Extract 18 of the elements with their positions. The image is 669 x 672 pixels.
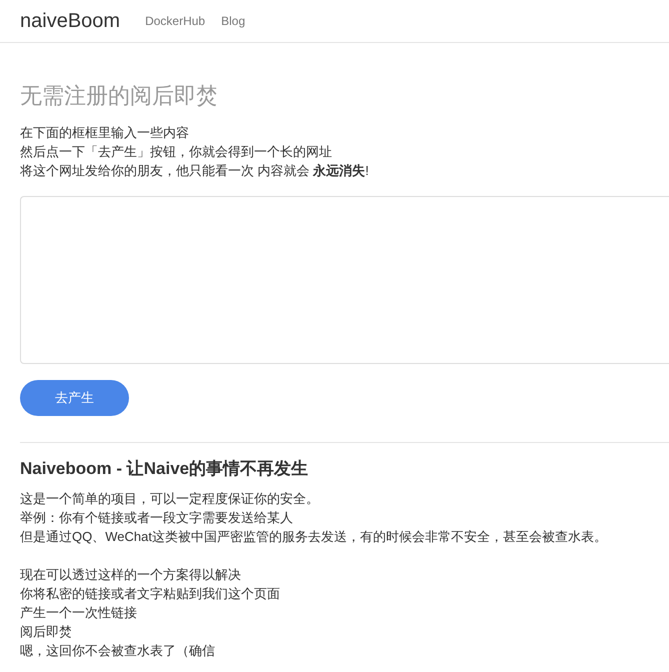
intro-text: 然后点一下「去产生」按钮，你就会得到一个长的网址: [20, 143, 333, 161]
generate-button[interactable]: 去产生: [20, 380, 129, 416]
section-title: Naiveboom - 让Naive的事情不再发生: [20, 458, 310, 480]
nav-link[interactable]: DockerHub: [145, 14, 206, 28]
body-text: 但是通过QQ、WeChat这类被中国严密监管的服务去发送，有的时候会非常不安全，甚至会被查水表。: [20, 528, 608, 546]
message-input-field[interactable]: [20, 196, 669, 364]
nav-link[interactable]: Blog: [221, 14, 246, 28]
page-title: 无需注册的阅后即焚: [20, 83, 219, 109]
brand-link[interactable]: naiveBoom: [20, 10, 120, 32]
body-text: 产生一个一次性链接: [20, 604, 138, 622]
intro-text: 在下面的框框里输入一些内容: [20, 124, 190, 142]
body-text: 举例：你有个链接或者一段文字需要发送给某人: [20, 509, 294, 527]
body-text: 你将私密的链接或者文字粘贴到我们这个页面: [20, 585, 281, 603]
body-text: 嗯，这回你不会被查水表了（确信: [20, 642, 216, 660]
intro-text: 将这个网址发给你的朋友，他只能看一次 内容就会 永远消失!: [20, 162, 370, 180]
body-text: 这是一个简单的项目，可以一定程度保证你的安全。: [20, 490, 320, 508]
body-text: 现在可以透过这样的一个方案得以解决: [20, 566, 242, 584]
body-text: 阅后即焚: [20, 623, 73, 641]
